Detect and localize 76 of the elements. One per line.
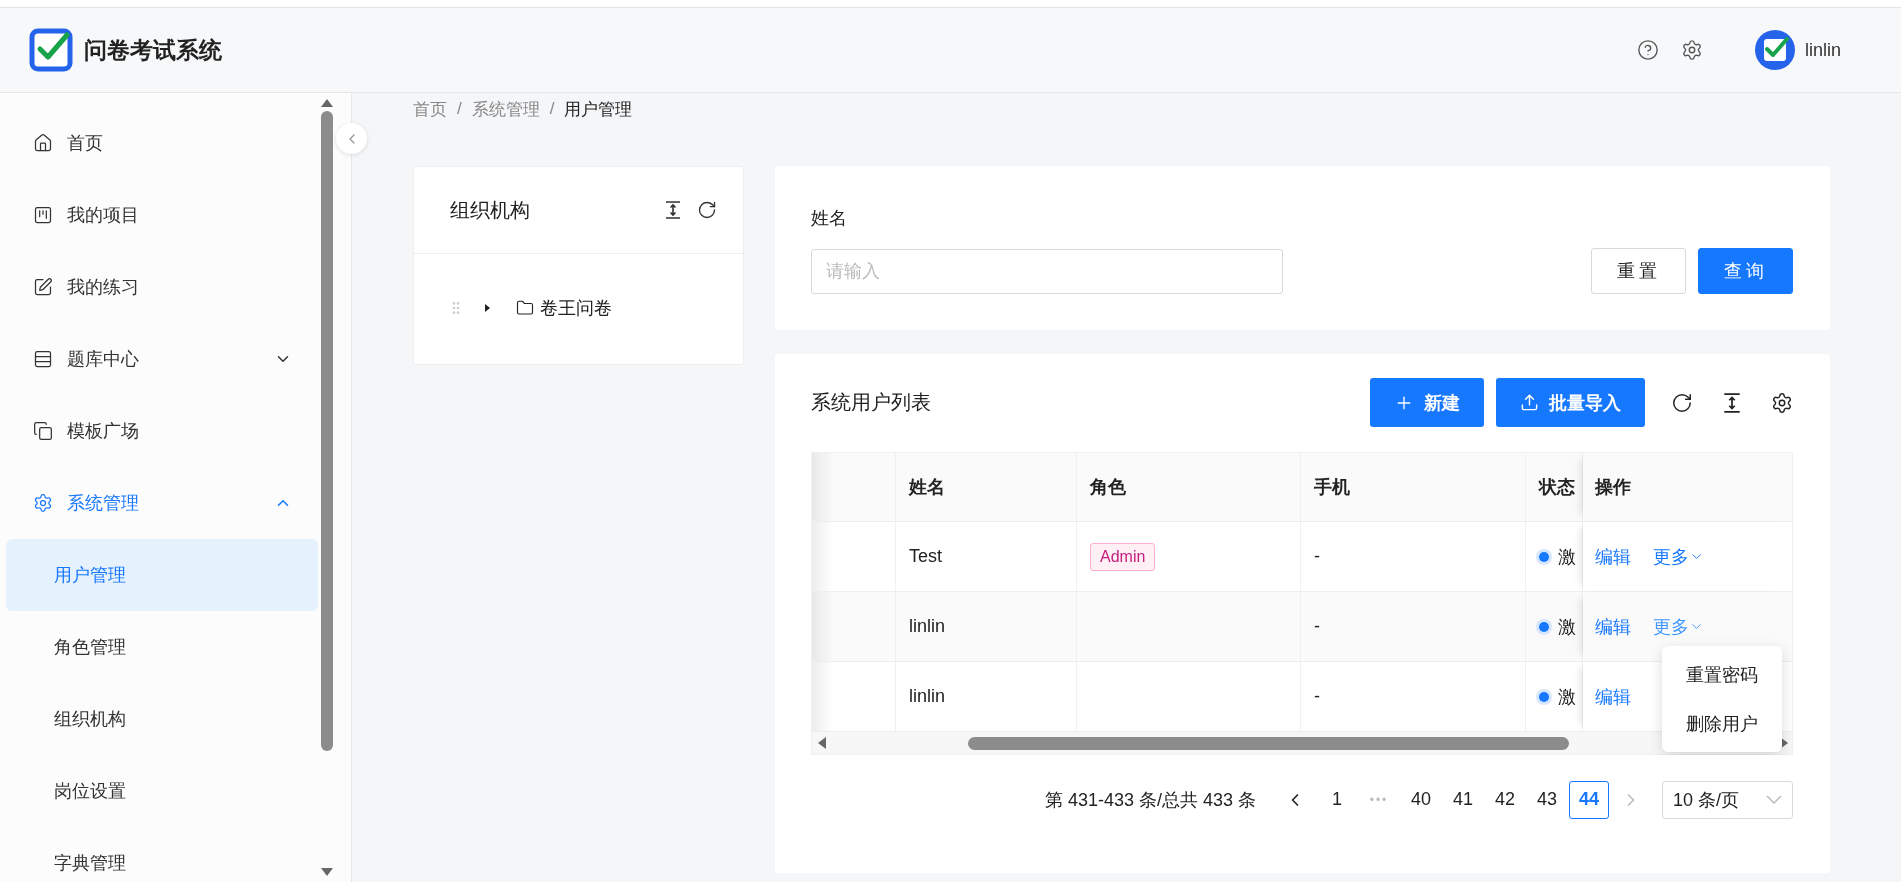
status-dot: [1539, 551, 1549, 562]
settings-icon: [33, 493, 53, 513]
list-icon: [33, 349, 53, 369]
field-label: 姓名: [811, 207, 848, 230]
query-button[interactable]: 查询: [1698, 248, 1793, 294]
scroll-down-icon[interactable]: [321, 868, 333, 876]
settings-icon[interactable]: [1680, 39, 1703, 61]
table-cell: Test: [896, 522, 1077, 591]
menu-option[interactable]: 删除用户: [1662, 699, 1782, 748]
horizontal-scrollbar[interactable]: [812, 732, 1792, 755]
name-input[interactable]: 请输入: [811, 249, 1283, 294]
column-header: 角色: [1077, 453, 1301, 521]
scroll-right-icon[interactable]: [1780, 737, 1788, 749]
edit-link[interactable]: 编辑: [1595, 544, 1631, 569]
import-button[interactable]: 批量导入: [1496, 378, 1645, 427]
submenu-item[interactable]: 组织机构: [6, 683, 318, 755]
scroll-up-icon[interactable]: [321, 99, 333, 107]
column-header: 姓名: [896, 453, 1077, 521]
table-cell: linlin: [896, 662, 1077, 731]
avatar[interactable]: [1754, 30, 1795, 70]
breadcrumb-item[interactable]: 系统管理: [471, 97, 540, 121]
home-icon: [33, 133, 53, 153]
status-dot: [1539, 621, 1549, 632]
status-text: 激: [1558, 685, 1576, 709]
menu-item[interactable]: 题库中心: [6, 323, 318, 395]
user-name[interactable]: linlin: [1804, 39, 1841, 61]
more-link[interactable]: 更多: [1653, 544, 1704, 569]
panel-title: 组织机构: [450, 197, 531, 223]
table-cell: -: [1301, 662, 1526, 731]
role-tag: Admin: [1090, 542, 1156, 571]
height-icon[interactable]: [1721, 391, 1743, 414]
status-text: 激: [1558, 615, 1576, 639]
pagination-summary: 第 431-433 条/总共 433 条: [1044, 788, 1256, 812]
menu-item[interactable]: 系统管理: [6, 467, 318, 539]
copy-icon: [33, 421, 53, 441]
panel-title: 系统用户列表: [811, 390, 932, 415]
folder-icon: [516, 299, 534, 317]
board-icon: [33, 205, 53, 225]
submenu-item[interactable]: 岗位设置: [6, 755, 318, 827]
menu-option[interactable]: 重置密码: [1662, 650, 1782, 699]
logo-icon: [29, 28, 73, 72]
page-button[interactable]: 44: [1569, 780, 1609, 819]
upload-icon: [1520, 393, 1539, 412]
column-header: 操作: [1583, 453, 1792, 521]
status-dot: [1539, 691, 1549, 702]
refresh-icon[interactable]: [1671, 391, 1693, 414]
table-cell: -: [1301, 592, 1526, 661]
help-icon[interactable]: [1636, 39, 1659, 61]
submenu-item[interactable]: 角色管理: [6, 611, 318, 683]
edit-link[interactable]: 编辑: [1595, 614, 1631, 639]
menu-item[interactable]: 我的项目: [6, 179, 318, 251]
breadcrumb-separator: /: [457, 99, 462, 119]
chevron-down-icon: [1766, 795, 1782, 804]
edit-link[interactable]: 编辑: [1595, 684, 1631, 709]
height-icon[interactable]: [663, 200, 683, 220]
edit-icon: [33, 277, 53, 297]
new-button[interactable]: 新建: [1370, 378, 1484, 427]
scroll-left-icon[interactable]: [818, 737, 826, 749]
menu-item[interactable]: 模板广场: [6, 395, 318, 467]
tree-node[interactable]: 卷王问卷: [540, 296, 612, 320]
table-cell: linlin: [896, 592, 1077, 661]
menu-item[interactable]: 首页: [6, 107, 318, 179]
refresh-icon[interactable]: [697, 200, 717, 220]
page-size-select[interactable]: 10 条/页: [1662, 780, 1793, 819]
app-title: 问卷考试系统: [84, 35, 222, 65]
breadcrumb-item: 用户管理: [564, 98, 633, 121]
menu-item[interactable]: 我的练习: [6, 251, 318, 323]
submenu-item[interactable]: 字典管理: [6, 827, 318, 882]
submenu-item[interactable]: 用户管理: [6, 539, 318, 611]
status-text: 激: [1558, 545, 1576, 569]
settings-icon[interactable]: [1771, 391, 1793, 414]
caret-right-icon[interactable]: [482, 303, 492, 313]
reset-button[interactable]: 重置: [1591, 248, 1686, 294]
breadcrumb-separator: /: [549, 99, 555, 119]
column-header: 手机: [1301, 453, 1526, 521]
table-cell: -: [1301, 522, 1526, 591]
